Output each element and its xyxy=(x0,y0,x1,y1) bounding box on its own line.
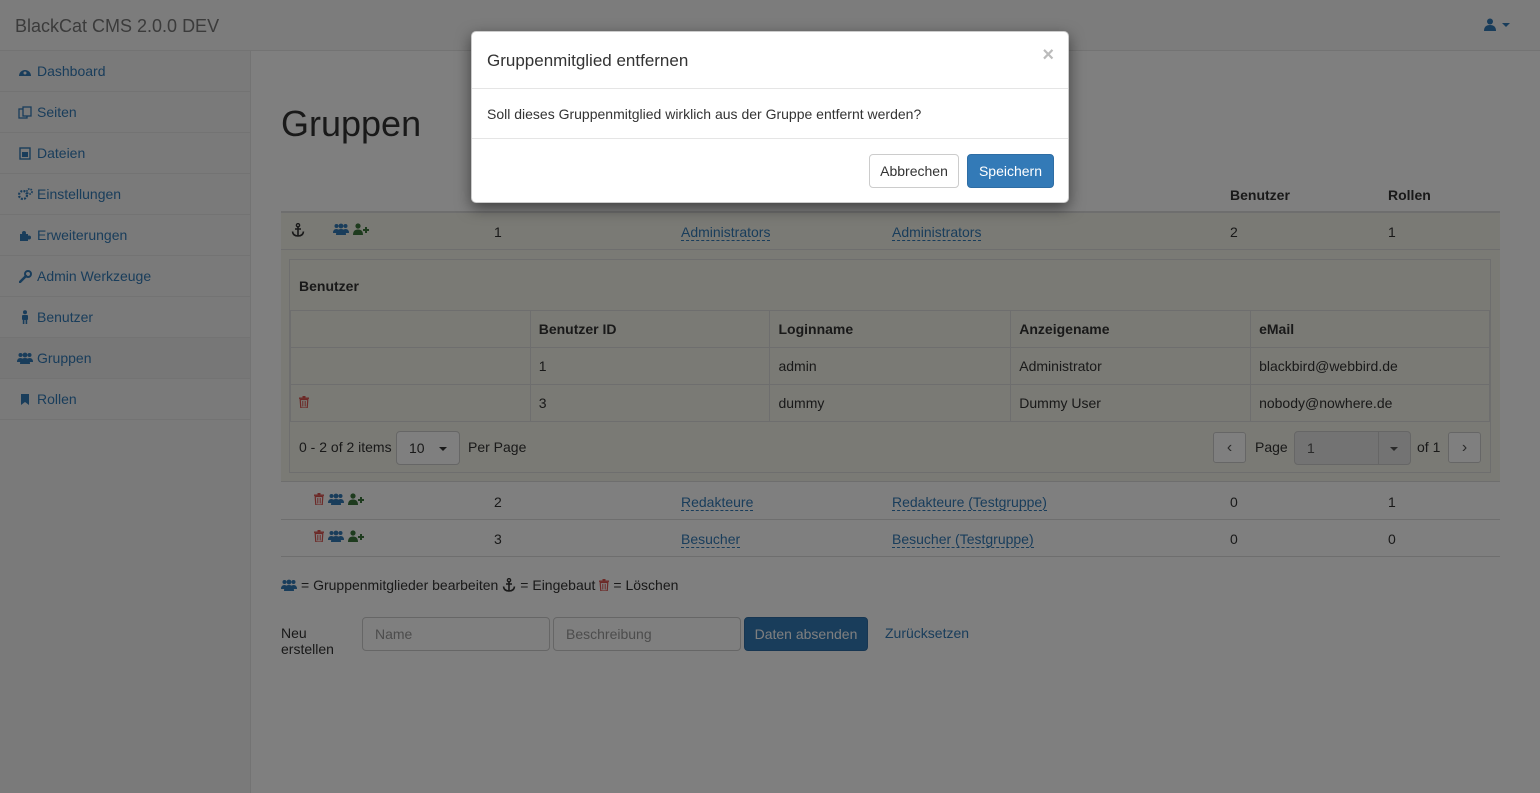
modal-title: Gruppenmitglied entfernen xyxy=(487,51,689,70)
confirm-remove-member-dialog: Gruppenmitglied entfernen × Soll dieses … xyxy=(471,31,1069,203)
modal-body: Soll dieses Gruppenmitglied wirklich aus… xyxy=(472,89,1068,139)
modal-message: Soll dieses Gruppenmitglied wirklich aus… xyxy=(487,106,922,122)
close-icon[interactable]: × xyxy=(1042,44,1054,67)
modal-header: Gruppenmitglied entfernen × xyxy=(472,32,1068,89)
modal-footer: Abbrechen Speichern xyxy=(472,139,1068,202)
cancel-button[interactable]: Abbrechen xyxy=(869,154,959,188)
save-button[interactable]: Speichern xyxy=(967,154,1054,188)
